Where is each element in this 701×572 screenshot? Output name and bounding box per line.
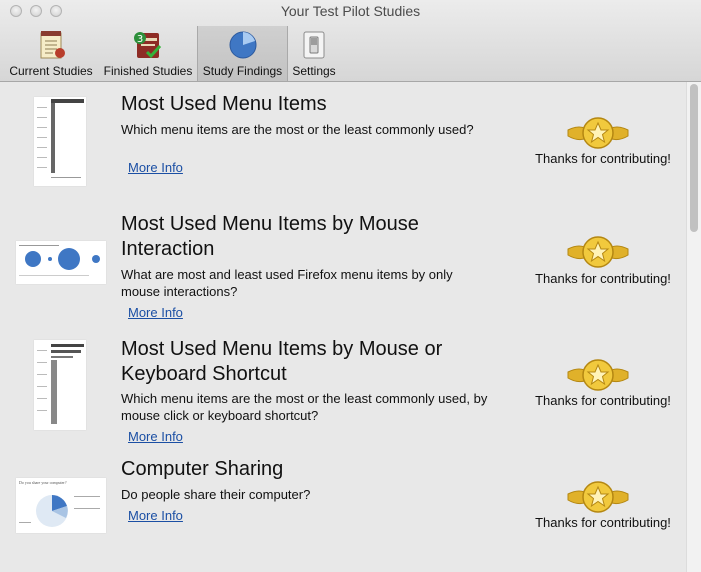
study-findings-list: Most Used Menu Items Which menu items ar…	[0, 82, 686, 572]
tab-label: Current Studies	[9, 64, 93, 78]
notepad-icon	[35, 30, 67, 60]
study-title: Most Used Menu Items	[121, 93, 327, 115]
tab-label: Study Findings	[202, 64, 283, 78]
finished-ledger-icon: 3	[132, 30, 164, 60]
window-chrome: Your Test Pilot Studies Current Studies	[0, 0, 701, 82]
study-description: Do people share their computer?	[121, 487, 311, 502]
test-pilot-window: Your Test Pilot Studies Current Studies	[0, 0, 701, 572]
contribution-status: Thanks for contributing!	[535, 151, 671, 166]
study-description: What are most and least used Firefox men…	[121, 267, 453, 299]
study-title: Most Used Menu Items by Mouse or Keyboar…	[121, 338, 443, 385]
study-thumbnail	[16, 241, 106, 284]
tab-settings[interactable]: Settings	[289, 26, 339, 81]
contribution-status: Thanks for contributing!	[535, 393, 671, 408]
study-title: Most Used Menu Items by Mouse Interactio…	[121, 213, 419, 260]
study-item: Most Used Menu Items by Mouse or Keyboar…	[0, 327, 686, 452]
switch-icon	[298, 30, 330, 60]
more-info-link[interactable]: More Info	[128, 429, 183, 444]
study-item: Do you share your computer? Computer Sha…	[0, 452, 686, 562]
study-item: Most Used Menu Items by Mouse Interactio…	[0, 202, 686, 327]
study-item: Most Used Menu Items Which menu items ar…	[0, 82, 686, 202]
contributor-badge-icon	[566, 116, 630, 152]
contribution-status: Thanks for contributing!	[535, 271, 671, 286]
study-thumbnail: Do you share your computer?	[16, 478, 106, 533]
study-thumbnail	[34, 97, 86, 186]
study-description: Which menu items are the most or the lea…	[121, 122, 474, 137]
contributor-badge-icon	[566, 358, 630, 394]
tab-finished-studies[interactable]: 3 Finished Studies	[101, 26, 195, 81]
vertical-scrollbar[interactable]	[686, 82, 701, 572]
contributor-badge-icon	[566, 480, 630, 516]
tab-label: Finished Studies	[103, 64, 193, 78]
tab-current-studies[interactable]: Current Studies	[4, 26, 98, 81]
pie-chart-icon	[227, 30, 259, 60]
window-title: Your Test Pilot Studies	[280, 3, 421, 19]
tab-label: Settings	[292, 64, 336, 78]
svg-text:3: 3	[137, 34, 143, 45]
tab-study-findings[interactable]: Study Findings	[197, 26, 288, 81]
study-title: Computer Sharing	[121, 458, 284, 480]
more-info-link[interactable]: More Info	[128, 508, 183, 523]
study-description: Which menu items are the most or the lea…	[121, 391, 488, 423]
contribution-status: Thanks for contributing!	[535, 515, 671, 530]
scrollbar-thumb[interactable]	[690, 84, 698, 232]
more-info-link[interactable]: More Info	[128, 305, 183, 320]
study-thumbnail	[34, 340, 86, 430]
contributor-badge-icon	[566, 235, 630, 271]
more-info-link[interactable]: More Info	[128, 160, 183, 175]
toolbar: Current Studies 3 Finished Studies Study…	[0, 26, 701, 81]
